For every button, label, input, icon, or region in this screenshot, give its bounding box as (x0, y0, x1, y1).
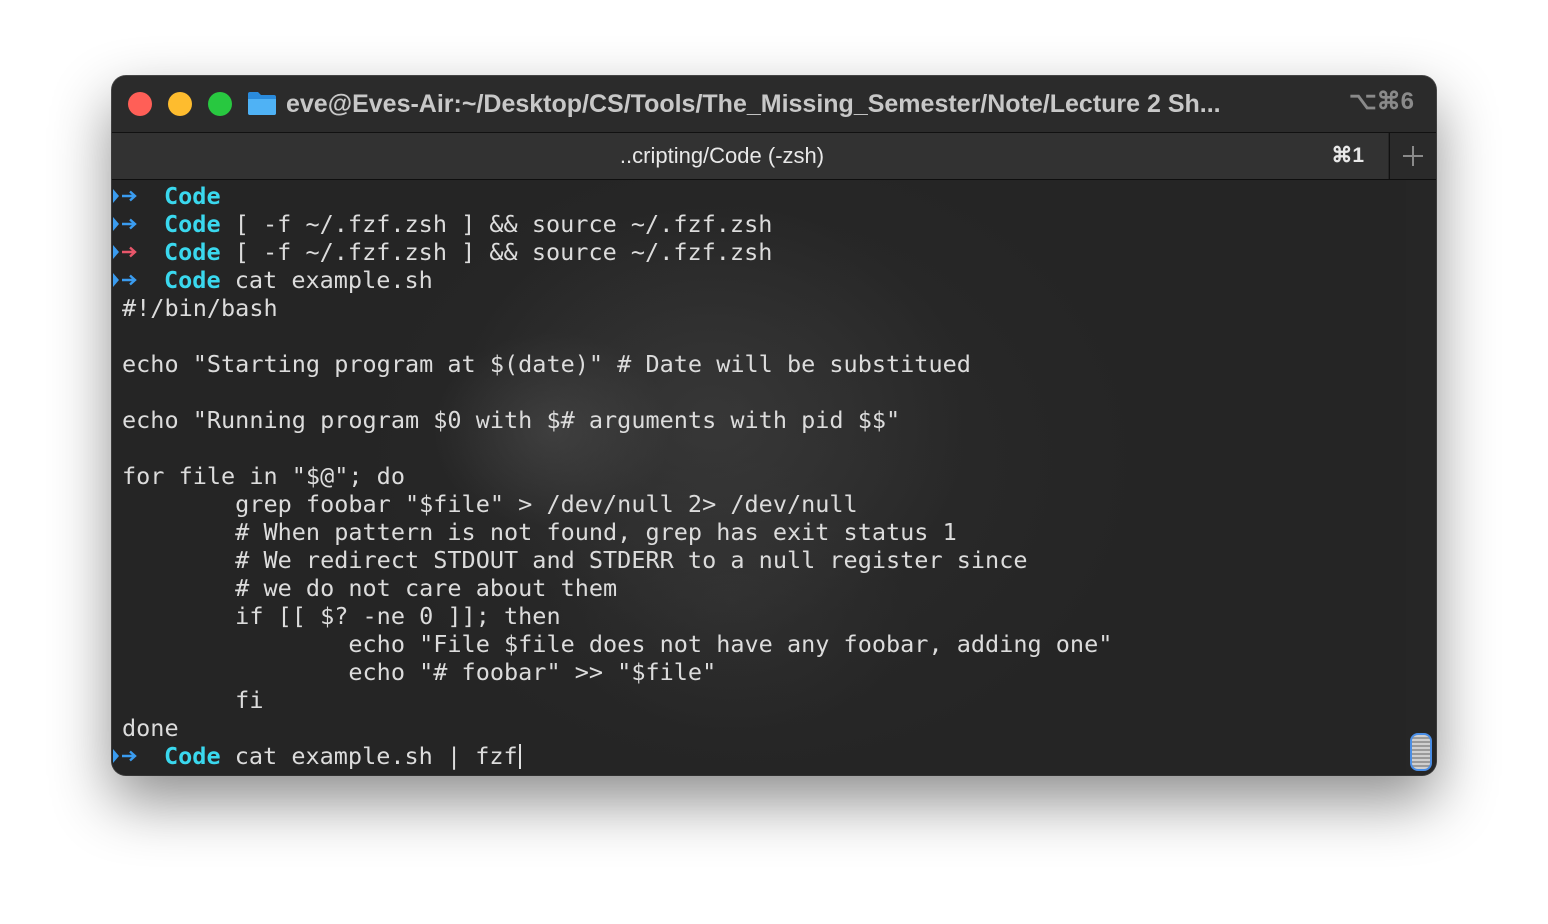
output-text: echo "Starting program at $(date)" # Dat… (122, 350, 971, 378)
output-text: if [[ $? -ne 0 ]]; then (122, 602, 561, 630)
title-bar[interactable]: eve@Eves-Air:~/Desktop/CS/Tools/The_Miss… (112, 76, 1436, 133)
output-text: # When pattern is not found, grep has ex… (122, 518, 957, 546)
prompt-directory: Code (164, 182, 221, 210)
output-text: # We redirect STDOUT and STDERR to a nul… (122, 546, 1028, 574)
output-text: echo "File $file does not have any fooba… (122, 630, 1113, 658)
prompt-arrow-icon (113, 273, 137, 287)
scrollbar-thumb[interactable] (1410, 733, 1432, 771)
output-text: #!/bin/bash (122, 294, 278, 322)
output-text: grep foobar "$file" > /dev/null 2> /dev/… (122, 490, 858, 518)
prompt-arrow-icon (113, 749, 137, 763)
output-text: echo "# foobar" >> "$file" (122, 658, 717, 686)
tab-zsh[interactable]: ..cripting/Code (-zsh) ⌘1 (112, 133, 1388, 179)
prompt-command: cat example.sh | fzf (220, 742, 518, 770)
tab-label: ..cripting/Code (-zsh) (619, 143, 825, 168)
window-title: eve@Eves-Air:~/Desktop/CS/Tools/The_Miss… (286, 90, 1221, 118)
prompt-directory: Code (164, 238, 221, 266)
prompt-directory: Code (164, 266, 221, 294)
output-text: fi (122, 686, 264, 714)
tab-shortcut: ⌘1 (1331, 144, 1364, 167)
prompt-directory: Code (164, 742, 221, 770)
minimize-button[interactable] (168, 92, 192, 116)
prompt-directory: Code (164, 210, 221, 238)
prompt-arrow-icon (113, 189, 137, 203)
prompt-command: [ -f ~/.fzf.zsh ] && source ~/.fzf.zsh (220, 210, 773, 238)
prompt-command: [ -f ~/.fzf.zsh ] && source ~/.fzf.zsh (220, 238, 773, 266)
zoom-button[interactable] (208, 92, 232, 116)
output-text: for file in "$@"; do (122, 462, 405, 490)
prompt-arrow-icon (113, 245, 137, 259)
output-text: done (122, 714, 179, 742)
folder-icon (248, 92, 276, 115)
window-shortcut: ⌥⌘6 (1348, 88, 1414, 115)
prompt-arrow-icon (113, 217, 137, 231)
scrollbar[interactable] (1406, 180, 1436, 775)
terminal-window: eve@Eves-Air:~/Desktop/CS/Tools/The_Miss… (112, 76, 1436, 775)
text-cursor (518, 744, 521, 769)
new-tab-button[interactable] (1389, 133, 1436, 179)
terminal-output[interactable]: Code Code [ -f ~/.fzf.zsh ] && source ~/.… (112, 180, 1436, 775)
close-button[interactable] (128, 92, 152, 116)
prompt-command: cat example.sh (220, 266, 433, 294)
output-text: echo "Running program $0 with $# argumen… (122, 406, 901, 434)
tab-bar: ..cripting/Code (-zsh) ⌘1 (112, 133, 1436, 180)
output-text: # we do not care about them (122, 574, 618, 602)
